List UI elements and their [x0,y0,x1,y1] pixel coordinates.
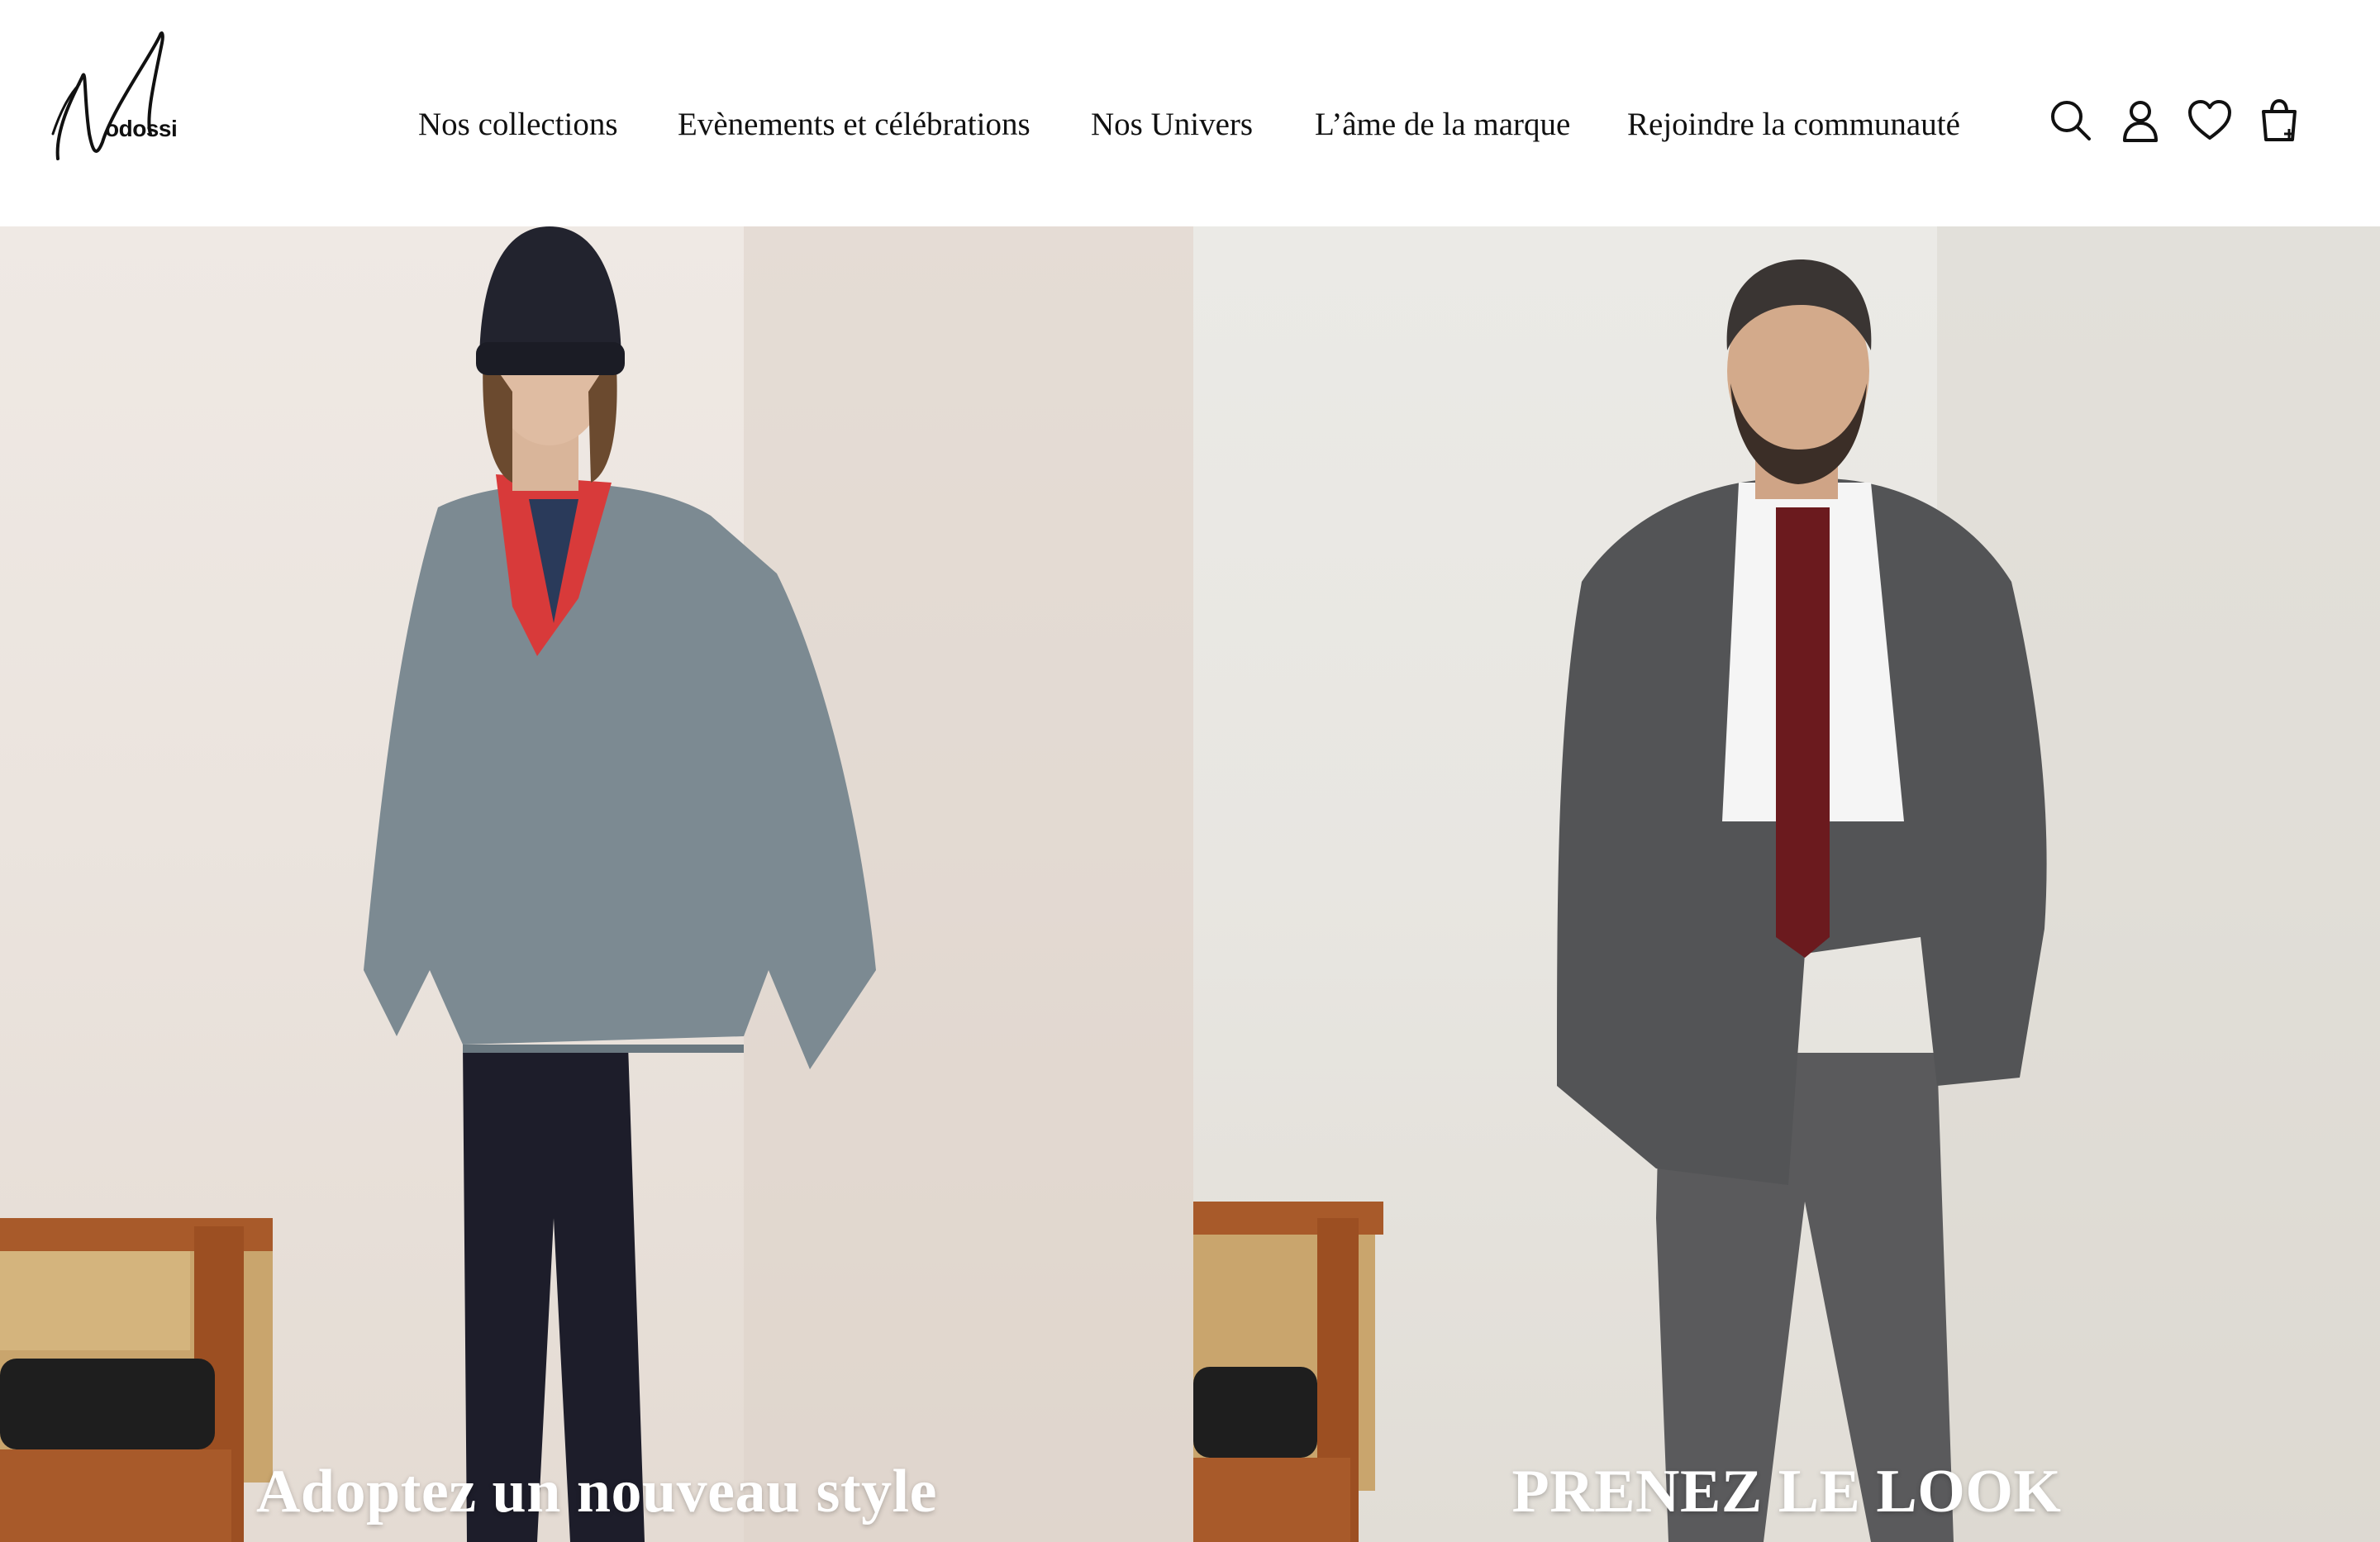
brand-name: odossi [105,116,178,141]
nav-item-universes[interactable]: Nos Univers [1091,106,1253,143]
header-icons [2046,96,2302,149]
nav-item-events[interactable]: Evènements et célébrations [678,106,1031,143]
cart-bag-icon[interactable] [2254,96,2304,145]
account-icon[interactable] [2116,96,2165,145]
hero-panel-left[interactable]: Adoptez un nouveau style [0,226,1193,1542]
hero-left-caption[interactable]: Adoptez un nouveau style [0,1457,1193,1527]
nav-item-collections[interactable]: Nos collections [418,106,618,143]
nav-item-brand-soul[interactable]: L’âme de la marque [1315,106,1570,143]
nav-item-community[interactable]: Rejoindre la communauté [1627,106,1960,143]
brand-logo[interactable]: odossi [46,26,212,167]
hero-panel-right[interactable]: PRENEZ LE LOOK [1193,226,2380,1542]
search-icon[interactable] [2046,96,2096,145]
model-casual-image [0,226,1193,1542]
signature-n-logo-icon [51,31,164,160]
wishlist-heart-icon[interactable] [2185,96,2235,145]
hero-right-caption[interactable]: PRENEZ LE LOOK [1193,1457,2380,1527]
site-header: odossi Nos collections Evènements et cél… [0,0,2380,226]
model-suit-image [1193,226,2380,1542]
